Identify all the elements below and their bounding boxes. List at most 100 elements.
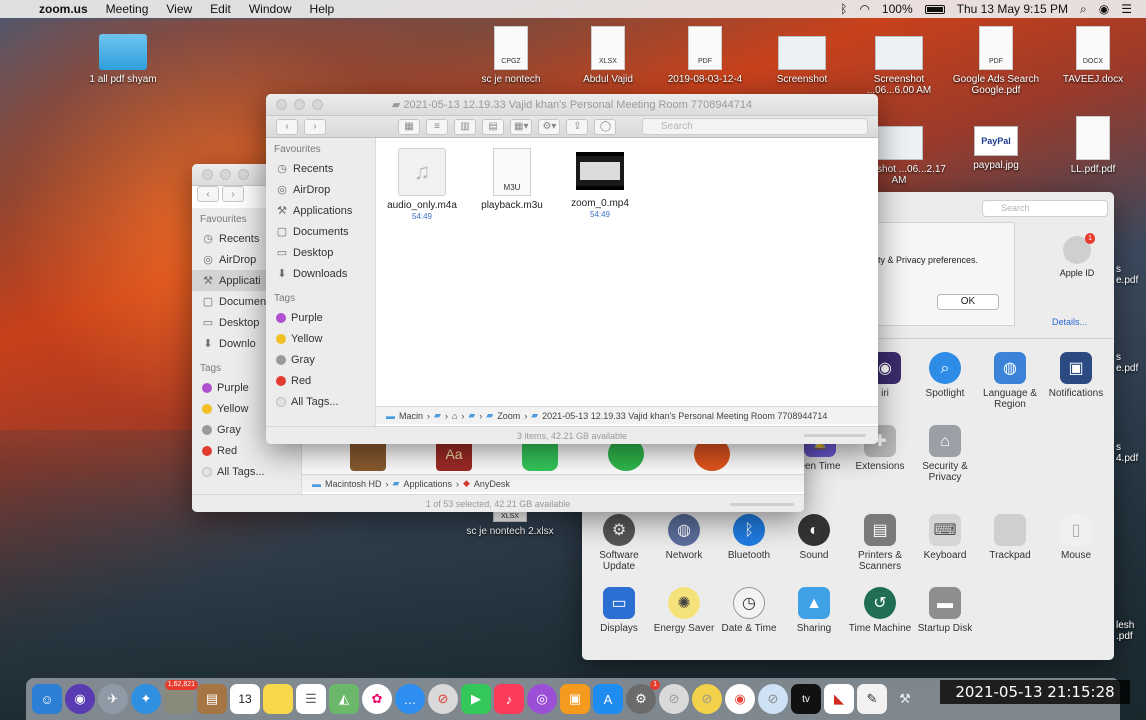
prefs-mouse[interactable]: ▯ Mouse: [1041, 514, 1111, 561]
sidebar-tag-purple[interactable]: Purple: [266, 307, 375, 328]
sidebar-tag-red[interactable]: Red: [266, 370, 375, 391]
facetime-dock-icon[interactable]: ▶: [461, 684, 491, 714]
prefs-search-field[interactable]: Search: [982, 200, 1108, 217]
desktop-icon-file[interactable]: PDF 2019-08-03-12-4: [657, 26, 753, 85]
prefs-software-update[interactable]: ⚙ Software Update: [584, 514, 654, 572]
desktop-icon-file[interactable]: CPGZ sc je nontech: [463, 26, 559, 85]
sidebar-item-documents[interactable]: ▢ Documents: [266, 221, 375, 242]
messages-dock-icon[interactable]: …: [395, 684, 425, 714]
ok-button[interactable]: OK: [937, 294, 999, 310]
finder-dock-icon[interactable]: ☺: [32, 684, 62, 714]
back-button[interactable]: ‹: [197, 186, 219, 202]
photos-dock-icon[interactable]: ✿: [362, 684, 392, 714]
menu-meeting[interactable]: Meeting: [97, 2, 158, 16]
desktop-icon-file[interactable]: PDF Google Ads Search Google.pdf: [948, 26, 1044, 96]
blocked-app-dock-icon[interactable]: ⊘: [659, 684, 689, 714]
icon-view-button[interactable]: ▦: [398, 118, 420, 135]
prefs-notifications[interactable]: ▣ Notifications: [1041, 352, 1111, 399]
column-view-button[interactable]: ▥: [454, 118, 476, 135]
minimize-button[interactable]: [220, 169, 231, 180]
group-button[interactable]: ▦▾: [510, 118, 533, 135]
control-center-icon[interactable]: ☰: [1121, 2, 1132, 16]
sidebar-item-downloads[interactable]: ⬇ Downloads: [266, 263, 375, 284]
list-view-button[interactable]: ≡: [426, 118, 448, 135]
contacts-dock-icon[interactable]: ▤: [197, 684, 227, 714]
zoom-button[interactable]: [312, 99, 323, 110]
desktop-icon-file[interactable]: Screenshot: [754, 36, 850, 85]
books-dock-icon[interactable]: ▣: [560, 684, 590, 714]
details-link[interactable]: Details...: [1052, 317, 1087, 327]
prefs-spotlight[interactable]: ⌕ Spotlight: [910, 352, 980, 399]
menu-window[interactable]: Window: [240, 2, 301, 16]
sidebar-tag-yellow[interactable]: Yellow: [266, 328, 375, 349]
tags-button[interactable]: ◯: [594, 118, 617, 135]
path-segment[interactable]: 2021-05-13 12.19.33 Vajid khan's Persona…: [542, 411, 827, 421]
blocked-app-dock-icon[interactable]: ⊘: [428, 684, 458, 714]
prefs-energy-saver[interactable]: ✺ Energy Saver: [649, 587, 719, 634]
siri-dock-icon[interactable]: ◉: [65, 684, 95, 714]
file-item[interactable]: M3U playback.m3u: [470, 148, 554, 211]
action-gear-button[interactable]: ⚙▾: [538, 118, 561, 135]
prefs-language-region[interactable]: ◍ Language & Region: [975, 352, 1045, 410]
utilities-dock-icon[interactable]: ⚒: [890, 684, 920, 714]
gallery-view-button[interactable]: ▤: [482, 118, 504, 135]
desktop-icon-file[interactable]: XLSX Abdul Vajid: [560, 26, 656, 85]
icon-size-slider[interactable]: [804, 434, 866, 437]
menu-app-name[interactable]: zoom.us: [30, 2, 97, 16]
blocked-app-dock-icon[interactable]: ⊘: [758, 684, 788, 714]
prefs-sound[interactable]: ◐ Sound: [779, 514, 849, 561]
prefs-sharing[interactable]: ▲ Sharing: [779, 587, 849, 634]
desktop-icon-label-cropped[interactable]: s e.pdf: [1116, 264, 1146, 286]
sidebar-item-desktop[interactable]: ▭ Desktop: [266, 242, 375, 263]
siri-icon[interactable]: ◉: [1099, 2, 1109, 16]
wifi-icon[interactable]: ◠: [859, 2, 869, 16]
menu-edit[interactable]: Edit: [201, 2, 240, 16]
prefs-displays[interactable]: ▭ Displays: [584, 587, 654, 634]
menu-clock[interactable]: Thu 13 May 9:15 PM: [957, 2, 1068, 16]
prefs-network[interactable]: ◍ Network: [649, 514, 719, 561]
sidebar-item-recents[interactable]: ◷ Recents: [266, 158, 375, 179]
bluetooth-icon[interactable]: ᛒ: [840, 2, 847, 16]
home-icon[interactable]: ⌂: [452, 411, 457, 421]
close-button[interactable]: [276, 99, 287, 110]
battery-icon[interactable]: [924, 4, 945, 14]
blocked-app-dock-icon[interactable]: ⊘: [692, 684, 722, 714]
desktop-icon-file[interactable]: Screenshot ...06...6.00 AM: [851, 36, 947, 96]
preview-dock-icon[interactable]: 1,62,821: [164, 680, 198, 714]
forward-button[interactable]: ›: [304, 118, 326, 135]
desktop-icon-label-cropped[interactable]: s 4.pdf: [1116, 442, 1146, 464]
prefs-trackpad[interactable]: Trackpad: [975, 514, 1045, 561]
safari-dock-icon[interactable]: ✦: [131, 684, 161, 714]
prefs-security-privacy[interactable]: ⌂ Security & Privacy: [910, 425, 980, 483]
prefs-startup-disk[interactable]: ▬ Startup Disk: [910, 587, 980, 634]
sidebar-all-tags[interactable]: All Tags...: [266, 391, 375, 412]
icon-size-slider[interactable]: [730, 503, 794, 506]
path-segment[interactable]: Macin: [399, 411, 423, 421]
prefs-bluetooth[interactable]: ᛒ Bluetooth: [714, 514, 784, 561]
pages-dock-icon[interactable]: ✎: [857, 684, 887, 714]
path-segment[interactable]: Zoom: [497, 411, 520, 421]
zoom-button[interactable]: [238, 169, 249, 180]
system-preferences-dock-icon[interactable]: ⚙ 1: [626, 680, 660, 714]
file-item[interactable]: ♫ audio_only.m4a 54:49: [380, 148, 464, 221]
back-button[interactable]: ‹: [276, 118, 298, 135]
calendar-dock-icon[interactable]: 13: [230, 684, 260, 714]
path-segment[interactable]: Macintosh HD: [325, 479, 382, 489]
reminders-dock-icon[interactable]: ☰: [296, 684, 326, 714]
path-segment[interactable]: Applications: [403, 479, 452, 489]
desktop-icon-folder[interactable]: 1 all pdf shyam: [75, 34, 171, 85]
minimize-button[interactable]: [294, 99, 305, 110]
desktop-icon-label-cropped[interactable]: lesh .pdf: [1116, 620, 1146, 642]
apple-tv-dock-icon[interactable]: tv: [791, 684, 821, 714]
music-dock-icon[interactable]: ♪: [494, 684, 524, 714]
launchpad-dock-icon[interactable]: ✈: [98, 684, 128, 714]
forward-button[interactable]: ›: [222, 186, 244, 202]
sidebar-all-tags[interactable]: All Tags...: [192, 461, 301, 482]
acrobat-dock-icon[interactable]: ◣: [824, 684, 854, 714]
sidebar-item-applications[interactable]: ⚒ Applications: [266, 200, 375, 221]
maps-dock-icon[interactable]: ◭: [329, 684, 359, 714]
desktop-icon-file[interactable]: PayPal paypal.jpg: [948, 126, 1044, 171]
desktop-icon-file[interactable]: LL.pdf.pdf: [1045, 116, 1141, 175]
prefs-printers-scanners[interactable]: ▤ Printers & Scanners: [845, 514, 915, 572]
prefs-keyboard[interactable]: ⌨ Keyboard: [910, 514, 980, 561]
